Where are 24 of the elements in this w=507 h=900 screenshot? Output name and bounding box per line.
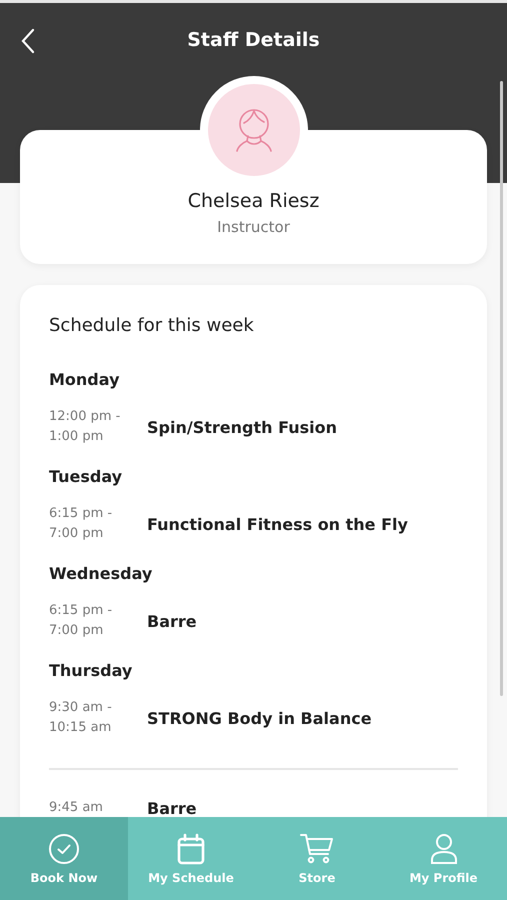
schedule-heading: Schedule for this week bbox=[49, 315, 255, 336]
class-time: 12:00 pm - 1:00 pm bbox=[49, 408, 122, 446]
class-time: 6:15 pm - 7:00 pm bbox=[49, 602, 114, 640]
class-name[interactable]: Spin/Strength Fusion bbox=[147, 418, 337, 436]
profile-icon bbox=[430, 832, 458, 864]
day-heading: Thursday bbox=[49, 661, 134, 680]
class-name[interactable]: Barre bbox=[147, 798, 197, 817]
class-name[interactable]: STRONG Body in Balance bbox=[147, 708, 372, 728]
person-icon bbox=[234, 107, 274, 153]
class-time: 9:45 am bbox=[49, 799, 104, 817]
day-heading: Tuesday bbox=[49, 467, 124, 486]
back-icon[interactable] bbox=[21, 28, 35, 54]
class-time: 6:15 pm - 7:00 pm bbox=[49, 505, 114, 543]
class-name[interactable]: Barre bbox=[147, 612, 197, 630]
check-circle-icon bbox=[48, 832, 80, 864]
day-heading: Wednesday bbox=[49, 564, 154, 583]
class-name[interactable]: Functional Fitness on the Fly bbox=[147, 514, 408, 534]
screen-title: Staff Details bbox=[187, 29, 320, 51]
day-heading: Monday bbox=[49, 370, 120, 389]
cart-icon bbox=[300, 832, 334, 864]
calendar-icon bbox=[177, 832, 205, 864]
staff-name: Chelsea Riesz bbox=[188, 190, 320, 212]
staff-role: Instructor bbox=[217, 218, 290, 236]
class-time: 9:30 am - 10:15 am bbox=[49, 699, 113, 737]
